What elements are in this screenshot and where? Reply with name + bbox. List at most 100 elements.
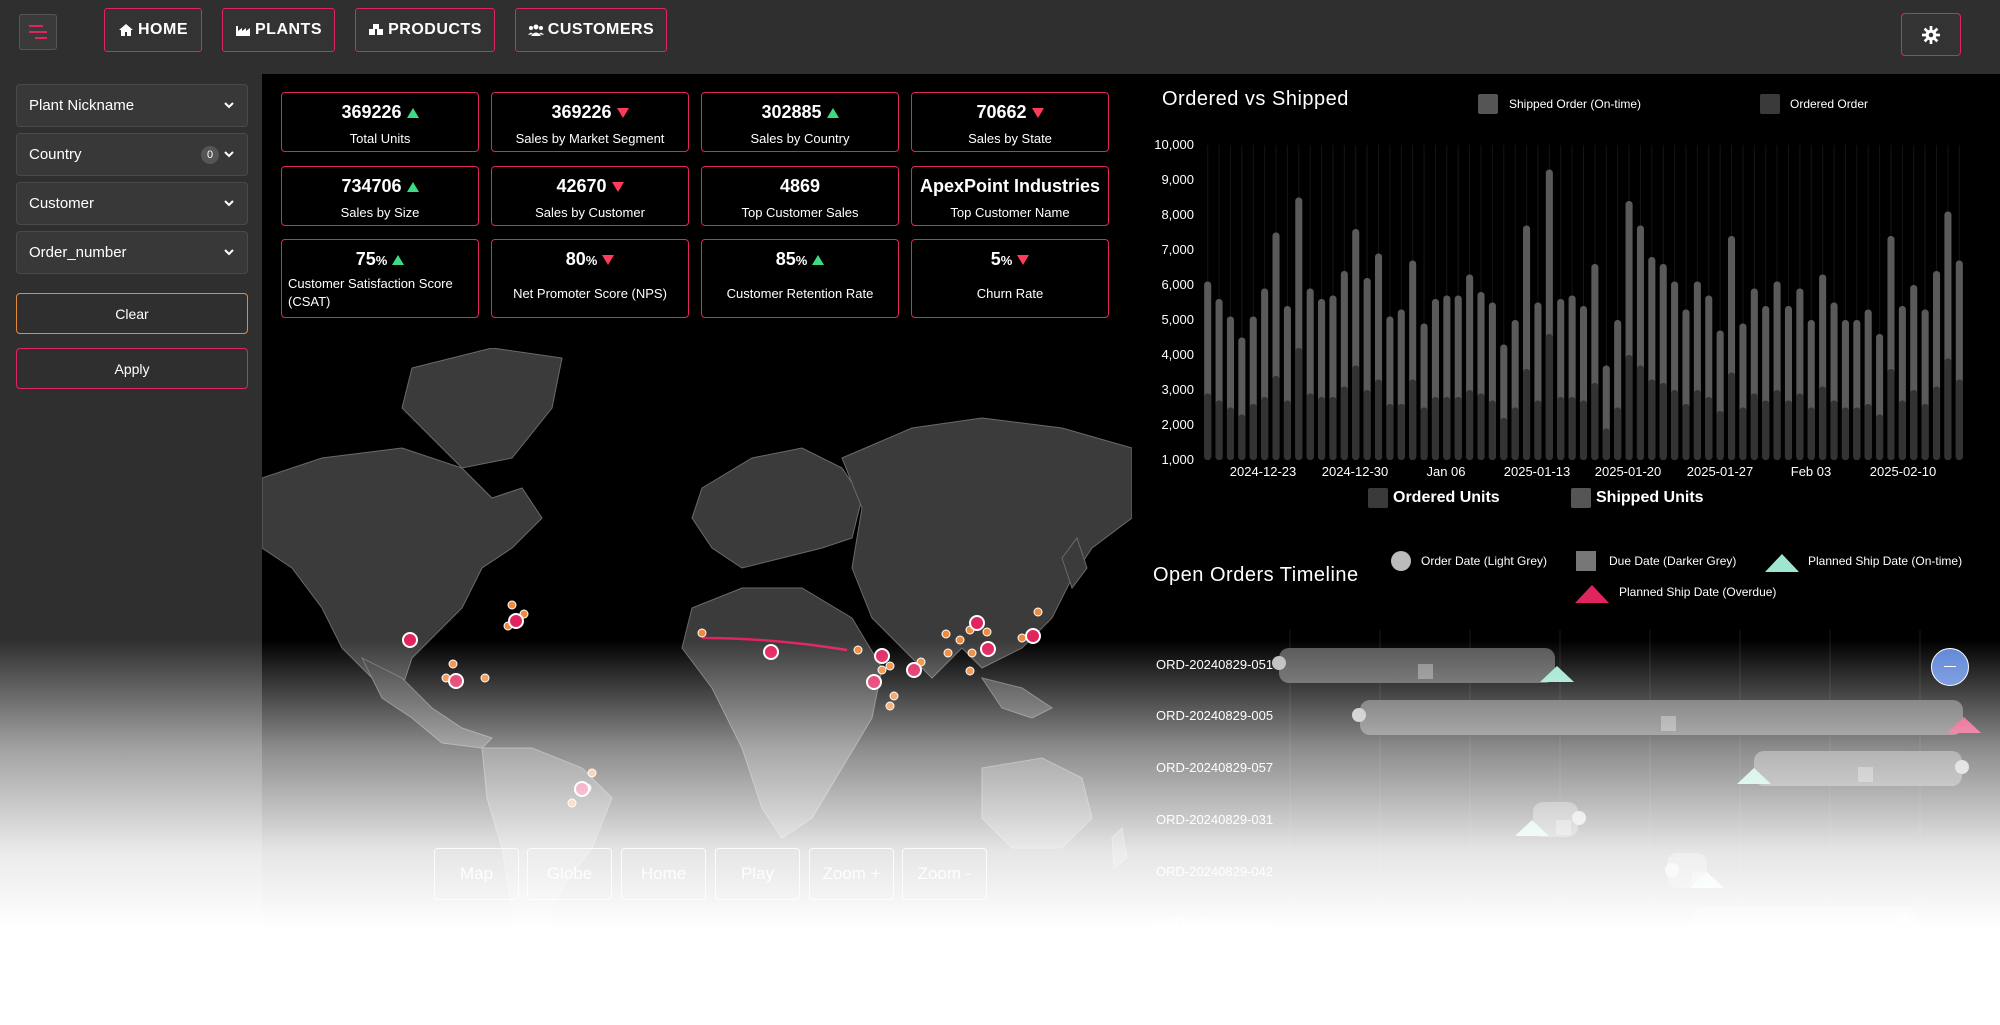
shipped-units-bar[interactable]	[1420, 407, 1428, 461]
shipped-units-bar[interactable]	[1204, 393, 1212, 461]
shipped-units-bar[interactable]	[1853, 407, 1861, 461]
shipped-units-bar[interactable]	[1283, 400, 1291, 461]
shipped-units-bar[interactable]	[1955, 379, 1963, 461]
legend-shipped-units-swatch[interactable]	[1571, 488, 1591, 508]
shipped-units-bar[interactable]	[1932, 386, 1941, 461]
customer-point[interactable]	[943, 648, 953, 658]
shipped-units-bar[interactable]	[1944, 358, 1952, 461]
plant-point[interactable]	[402, 632, 418, 648]
order-number-select[interactable]: Order_number	[16, 231, 248, 274]
plant-point[interactable]	[763, 644, 779, 660]
shipped-units-bar[interactable]	[1887, 369, 1895, 460]
settings-button[interactable]	[1901, 13, 1961, 56]
play-button[interactable]: Play	[715, 848, 800, 900]
shipped-units-bar[interactable]	[1784, 400, 1793, 461]
shipped-units-bar[interactable]	[1443, 397, 1451, 460]
due-date-marker[interactable]	[1556, 820, 1571, 835]
shipped-units-bar[interactable]	[1249, 404, 1257, 460]
shipped-units-bar[interactable]	[1671, 390, 1679, 460]
customer-select[interactable]: Customer	[16, 182, 248, 225]
shipped-units-bar[interactable]	[1705, 397, 1713, 460]
customer-point[interactable]	[1017, 633, 1027, 643]
apply-button[interactable]: Apply	[16, 348, 248, 389]
plant-point[interactable]	[874, 648, 890, 664]
shipped-units-bar[interactable]	[1523, 369, 1531, 460]
shipped-units-bar[interactable]	[1306, 393, 1314, 461]
due-date-marker[interactable]	[1661, 716, 1676, 731]
shipped-units-bar[interactable]	[1636, 365, 1644, 461]
shipped-units-bar[interactable]	[1534, 400, 1542, 461]
customer-point[interactable]	[889, 691, 899, 701]
nav-customers-button[interactable]: CUSTOMERS	[515, 8, 667, 52]
shipped-units-bar[interactable]	[1488, 400, 1496, 461]
nav-plants-button[interactable]: PLANTS	[222, 8, 335, 52]
ship-date-ontime-marker[interactable]	[1690, 870, 1724, 888]
shipped-units-bar[interactable]	[1864, 404, 1872, 460]
shipped-units-bar[interactable]	[1500, 418, 1508, 460]
shipped-units-bar[interactable]	[1238, 414, 1246, 461]
shipped-units-bar[interactable]	[1397, 404, 1405, 460]
clear-button[interactable]: Clear	[16, 293, 248, 334]
shipped-units-bar[interactable]	[1261, 397, 1269, 460]
shipped-units-bar[interactable]	[1830, 400, 1838, 461]
nav-products-button[interactable]: PRODUCTS	[355, 8, 495, 52]
plant-point[interactable]	[574, 781, 590, 797]
map-view-button[interactable]: Map	[434, 848, 519, 900]
shipped-units-bar[interactable]	[1431, 397, 1439, 460]
shipped-units-bar[interactable]	[1272, 376, 1280, 460]
plant-point[interactable]	[1025, 628, 1041, 644]
customer-point[interactable]	[967, 648, 977, 658]
menu-toggle-button[interactable]	[19, 14, 57, 50]
plant-point[interactable]	[969, 615, 985, 631]
shipped-units-bar[interactable]	[1728, 372, 1736, 461]
ship-date-ontime-marker[interactable]	[1737, 766, 1771, 784]
shipped-units-bar[interactable]	[1511, 407, 1519, 461]
shipped-units-bar[interactable]	[1773, 390, 1781, 460]
country-select[interactable]: Country 0	[16, 133, 248, 176]
shipped-units-bar[interactable]	[1226, 407, 1235, 461]
shipped-units-bar[interactable]	[1659, 383, 1667, 460]
plant-nickname-select[interactable]: Plant Nickname	[16, 84, 248, 127]
plant-point[interactable]	[906, 662, 922, 678]
shipped-units-bar[interactable]	[1386, 404, 1394, 460]
shipped-units-bar[interactable]	[1215, 400, 1223, 461]
ship-date-ontime-marker[interactable]	[1678, 920, 1712, 938]
shipped-units-bar[interactable]	[1693, 390, 1701, 460]
customer-point[interactable]	[965, 666, 975, 676]
zoom-in-button[interactable]: Zoom +	[809, 848, 894, 900]
shipped-units-bar[interactable]	[1591, 383, 1599, 460]
shipped-units-bar[interactable]	[1363, 390, 1371, 460]
order-date-marker[interactable]	[1665, 863, 1679, 877]
shipped-units-bar[interactable]	[1568, 397, 1576, 460]
shipped-units-bar[interactable]	[1910, 390, 1918, 460]
shipped-units-bar[interactable]	[1682, 404, 1690, 460]
plant-point[interactable]	[448, 673, 464, 689]
order-bar-051[interactable]	[1279, 648, 1555, 683]
customer-point[interactable]	[1033, 607, 1043, 617]
shipped-units-bar[interactable]	[1898, 400, 1906, 461]
ordered-vs-shipped-chart[interactable]: 1,000 2,000 3,000 4,000 5,000 6,000 7,000 8,000…	[1150, 130, 1980, 480]
shipped-units-bar[interactable]	[1557, 397, 1565, 460]
ship-date-ontime-marker[interactable]	[1515, 818, 1549, 836]
customer-point[interactable]	[955, 635, 965, 645]
shipped-units-bar[interactable]	[1466, 390, 1474, 460]
globe-view-button[interactable]: Globe	[527, 848, 612, 900]
home-view-button[interactable]: Home	[621, 848, 706, 900]
customer-point[interactable]	[877, 665, 887, 675]
plant-point[interactable]	[508, 613, 524, 629]
shipped-units-bar[interactable]	[1352, 365, 1360, 461]
shipped-units-bar[interactable]	[1648, 379, 1656, 461]
shipped-units-bar[interactable]	[1454, 397, 1462, 460]
shipped-units-bar[interactable]	[1614, 407, 1622, 461]
ship-date-overdue-marker[interactable]	[1947, 715, 1981, 733]
shipped-units-bar[interactable]	[1819, 386, 1827, 461]
shipped-units-bar[interactable]	[1750, 393, 1758, 461]
shipped-units-bar[interactable]	[1876, 414, 1884, 461]
collapse-button[interactable]	[1931, 648, 1969, 686]
shipped-units-bar[interactable]	[1921, 404, 1929, 460]
shipped-units-bar[interactable]	[1807, 407, 1815, 461]
legend-shipped-units-label[interactable]: Shipped Units	[1596, 489, 1704, 507]
customer-point[interactable]	[448, 659, 458, 669]
shipped-units-bar[interactable]	[1340, 386, 1348, 461]
shipped-units-bar[interactable]	[1374, 379, 1383, 461]
